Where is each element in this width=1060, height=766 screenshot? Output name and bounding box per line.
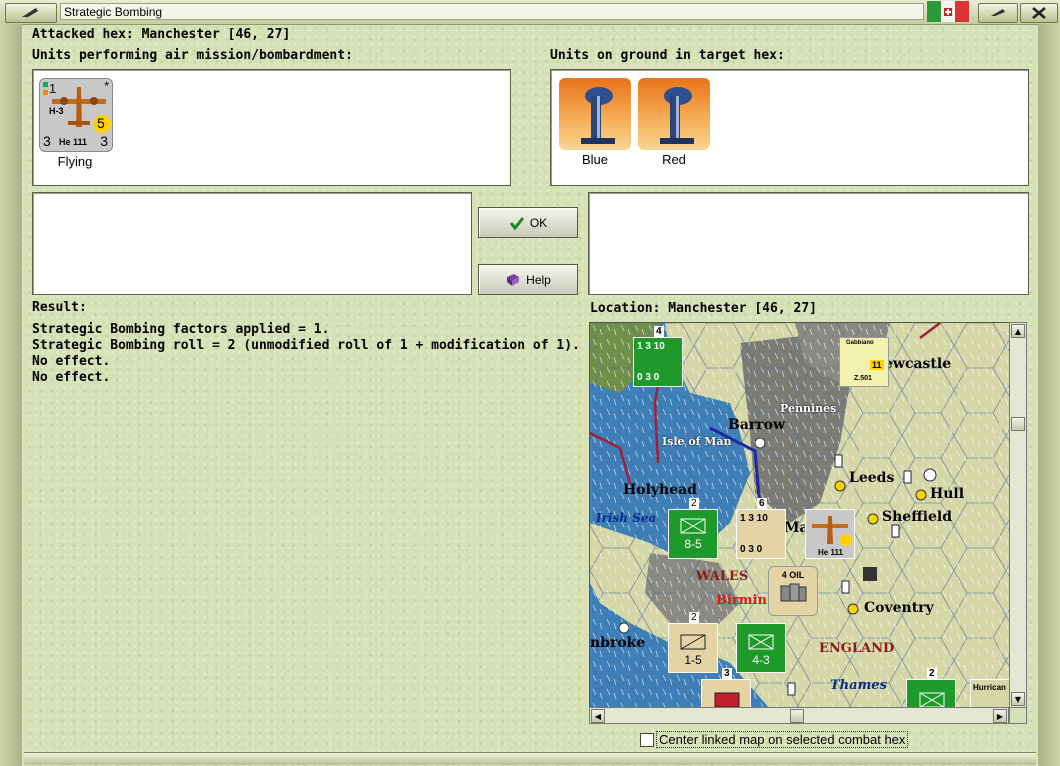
result-line: No effect. bbox=[32, 370, 111, 385]
window-title: Strategic Bombing bbox=[60, 3, 924, 20]
back-arrow-icon bbox=[22, 8, 38, 17]
right-frame bbox=[1038, 24, 1060, 766]
infantry-div-counter[interactable]: 2 1-5 bbox=[668, 612, 718, 673]
system-menu-button[interactable] bbox=[5, 3, 57, 23]
ok-button[interactable]: OK bbox=[478, 207, 578, 238]
map-label-hull: Hull bbox=[930, 486, 965, 502]
result-line: No effect. bbox=[32, 354, 111, 369]
checkmark-icon bbox=[509, 216, 524, 230]
defender-details-panel bbox=[588, 192, 1029, 295]
map-label-sheffield: Sheffield bbox=[882, 509, 953, 525]
result-label: Result: bbox=[32, 300, 87, 315]
map-vertical-scrollbar[interactable]: ▲ ▼ bbox=[1009, 322, 1027, 708]
air-counter-gabbiano[interactable]: Gabbiano 11 Z.501 bbox=[839, 337, 889, 387]
map-horizontal-scrollbar[interactable]: ◀ ▶ bbox=[589, 707, 1009, 724]
center-map-checkbox[interactable] bbox=[640, 733, 654, 747]
close-icon bbox=[1032, 7, 1046, 19]
map-label-wales: WALES bbox=[696, 569, 749, 584]
infantry-south-counter[interactable]: 3 bbox=[701, 668, 751, 709]
result-text: Strategic Bombing factors applied = 1. S… bbox=[32, 322, 580, 386]
map-label-isle-of-man: Isle of Man bbox=[662, 435, 732, 448]
hurricane-counter[interactable]: Hurrican bbox=[970, 679, 1009, 709]
ground-unit-red-caption: Red bbox=[662, 152, 686, 167]
air-unit-caption: Flying bbox=[57, 154, 93, 169]
ground-unit-blue[interactable]: Blue bbox=[559, 78, 631, 167]
left-frame bbox=[0, 24, 22, 766]
ground-units-label: Units on ground in target hex: bbox=[550, 48, 785, 63]
map-label-leeds: Leeds bbox=[849, 470, 895, 486]
scroll-corner bbox=[1009, 707, 1027, 724]
infantry-symbol-icon bbox=[919, 692, 945, 708]
strategic-bombing-window: Strategic Bombing Attacked hex: Manchest… bbox=[0, 0, 1060, 766]
result-line: Strategic Bombing roll = 2 (unmodified r… bbox=[32, 338, 580, 353]
air-units-label: Units performing air mission/bombardment… bbox=[32, 48, 353, 63]
infantry-symbol-icon bbox=[714, 692, 740, 708]
map-label-irish-sea: Irish Sea bbox=[596, 511, 657, 525]
scroll-left-arrow[interactable]: ◀ bbox=[591, 709, 605, 723]
infantry-symbol-icon bbox=[680, 634, 706, 650]
attacker-details-panel bbox=[32, 192, 472, 295]
air-unit-he111[interactable]: 1 * H-3 5 3 He 111 3 Flying bbox=[39, 78, 113, 169]
fleet-counter-north[interactable]: 4 1 3 10 0 3 0 bbox=[633, 326, 683, 387]
map-label-england: ENGLAND bbox=[819, 641, 895, 656]
air-units-panel: 1 * H-3 5 3 He 111 3 Flying bbox=[32, 69, 511, 186]
map-label-coventry: Coventry bbox=[864, 600, 934, 616]
flak-counter-red bbox=[638, 78, 710, 150]
close-button[interactable] bbox=[1020, 3, 1058, 23]
army-counter-se[interactable]: 2 bbox=[906, 668, 956, 709]
flak-counter-blue bbox=[559, 78, 631, 150]
location-label: Location: Manchester [46, 27] bbox=[590, 301, 817, 316]
map-label-pembroke: nbroke bbox=[590, 635, 646, 651]
map-label-holyhead: Holyhead bbox=[623, 482, 697, 498]
scroll-right-arrow[interactable]: ▶ bbox=[993, 709, 1007, 723]
oil-resource-counter[interactable]: 4 OIL bbox=[768, 566, 818, 616]
minimize-button[interactable] bbox=[978, 3, 1018, 23]
ground-unit-blue-caption: Blue bbox=[581, 152, 609, 167]
minimize-icon bbox=[991, 9, 1005, 16]
bomber-counter: 1 * H-3 5 3 He 111 3 bbox=[39, 78, 113, 152]
infantry-symbol-icon bbox=[680, 518, 706, 534]
help-button[interactable]: Help bbox=[478, 264, 578, 295]
scroll-v-thumb[interactable] bbox=[1011, 417, 1025, 431]
ground-unit-red[interactable]: Red bbox=[638, 78, 710, 167]
bomber-counter-map[interactable]: He 111 bbox=[805, 509, 855, 559]
map-label-newcastle: ewcastle bbox=[884, 356, 952, 372]
flak-tower-icon bbox=[581, 87, 615, 144]
bottom-frame bbox=[24, 752, 1036, 765]
center-map-checkbox-label[interactable]: Center linked map on selected combat hex bbox=[656, 731, 909, 748]
scroll-h-thumb[interactable] bbox=[790, 709, 804, 723]
ground-units-panel: Blue Red bbox=[550, 69, 1029, 186]
italy-flag-icon bbox=[927, 1, 969, 22]
flak-tower-icon bbox=[660, 87, 694, 144]
help-book-icon bbox=[507, 273, 520, 286]
infantry-corps-counter[interactable]: 2 8-5 bbox=[668, 498, 718, 559]
scroll-down-arrow[interactable]: ▼ bbox=[1011, 692, 1025, 706]
map-label-barrow: Barrow bbox=[728, 417, 786, 433]
map-label-thames: Thames bbox=[830, 678, 887, 693]
map-label-birmingham: Birmin bbox=[716, 593, 767, 608]
result-line: Strategic Bombing factors applied = 1. bbox=[32, 322, 330, 337]
oil-barrels-icon bbox=[780, 583, 807, 602]
combat-map[interactable]: ewcastle Pennines Barrow Isle of Man Lee… bbox=[589, 322, 1010, 710]
attacked-hex-label: Attacked hex: Manchester [46, 27] bbox=[32, 27, 291, 42]
map-label-pennines: Pennines bbox=[780, 402, 837, 415]
naval-counter-manchester[interactable]: 6 1 3 10 0 3 0 bbox=[736, 498, 786, 559]
infantry-green-counter[interactable]: 4-3 bbox=[736, 623, 786, 673]
title-bar: Strategic Bombing bbox=[0, 0, 1060, 25]
scroll-up-arrow[interactable]: ▲ bbox=[1011, 324, 1025, 338]
infantry-symbol-icon bbox=[748, 634, 774, 650]
